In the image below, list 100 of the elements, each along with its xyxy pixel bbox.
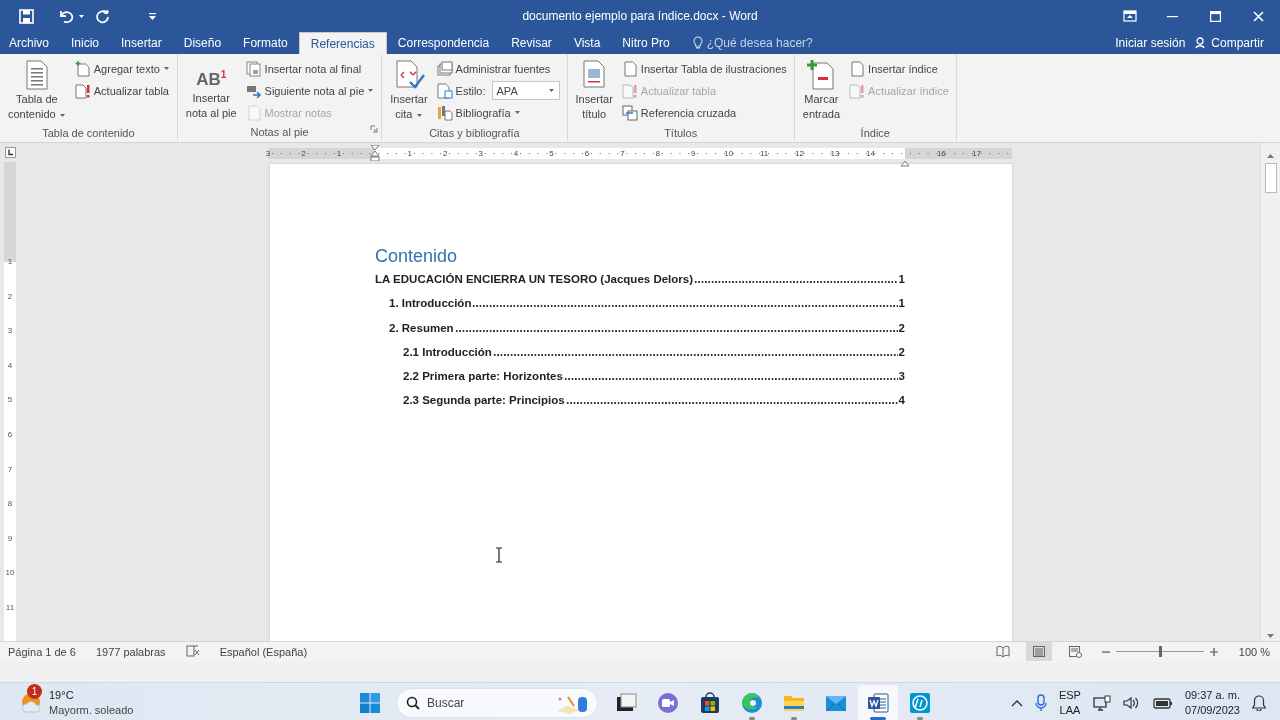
- ribbon-button[interactable]: Insertar nota al final: [243, 59, 377, 78]
- ruler-number: 3: [477, 148, 484, 159]
- ribbon-tab[interactable]: Vista: [562, 32, 612, 54]
- group-label: Títulos: [664, 126, 698, 139]
- ruler-number: 7: [619, 148, 626, 159]
- proofing-icon[interactable]: [185, 644, 200, 657]
- ribbon-tab[interactable]: Revisar: [500, 32, 563, 54]
- ribbon-button[interactable]: Siguiente nota al pie: [243, 81, 377, 100]
- chevron-up-icon[interactable]: [1010, 698, 1023, 707]
- ruler-number: 12: [794, 148, 806, 159]
- ribbon-tab[interactable]: Nitro Pro: [611, 32, 681, 54]
- page-icon: [849, 60, 866, 77]
- ruler-number: 17: [971, 148, 983, 159]
- group-label: Notas al pie: [250, 126, 309, 138]
- ruler-number: 4: [512, 148, 520, 159]
- input-language-button[interactable]: ESP LAA: [1058, 687, 1081, 718]
- ribbon-tab[interactable]: Inicio: [60, 32, 111, 54]
- style-icon: [436, 82, 453, 99]
- ruler-number: 11: [4, 603, 16, 612]
- page-count: Página 1 de 6: [8, 645, 76, 658]
- ruler-number: 6: [6, 430, 14, 439]
- notification-bell-icon[interactable]: [1252, 694, 1266, 711]
- ribbon-button[interactable]: Actualizar tabla: [72, 81, 172, 100]
- toc-entry-title: 2.1 Introducción: [403, 344, 492, 360]
- sources-icon: [436, 60, 453, 77]
- volume-icon[interactable]: [1122, 695, 1141, 710]
- ruler-number: 5: [6, 395, 14, 405]
- search-field[interactable]: Buscar: [396, 687, 598, 718]
- undo-icon[interactable]: [58, 9, 74, 23]
- page-icon: [245, 104, 262, 121]
- ruler-number: 3: [6, 326, 14, 336]
- tab-selector-icon[interactable]: [4, 147, 16, 158]
- ruler-number: 1: [335, 148, 343, 159]
- ruler-number: 6: [583, 148, 591, 159]
- ribbon-button[interactable]: Insertar Tabla de ilustraciones: [619, 59, 789, 78]
- page-exclamation-icon: [849, 82, 866, 99]
- ribbon-tab[interactable]: Referencias: [298, 32, 387, 54]
- indent-marker-icon[interactable]: [370, 145, 380, 161]
- page-icon: [621, 60, 638, 77]
- caret-icon: [547, 88, 555, 93]
- web-view-icon: [1068, 645, 1082, 658]
- ruler-number: 2: [300, 148, 307, 159]
- customize-icon[interactable]: [148, 11, 157, 21]
- text-cursor-icon: [495, 547, 503, 563]
- ribbon-display-icon[interactable]: [1123, 10, 1137, 22]
- ribbon-button[interactable]: Insertar índice: [847, 59, 951, 78]
- style-dropdown[interactable]: APA: [491, 81, 560, 100]
- ribbon-tab[interactable]: Formato: [232, 32, 299, 54]
- ribbon-tab[interactable]: Correspondencia: [386, 32, 501, 54]
- windows-logo-icon: [359, 691, 381, 714]
- ribbon-button[interactable]: Administrar fuentes: [434, 59, 562, 78]
- ribbon-button[interactable]: Referencia cruzada: [619, 103, 789, 122]
- view-button[interactable]: [1026, 642, 1052, 661]
- ribbon-tab[interactable]: Insertar: [110, 32, 173, 54]
- style-label: Estilo:: [455, 84, 486, 97]
- toc-entry-title: 2.3 Segunda parte: Principios: [403, 393, 565, 409]
- ruler-number: 2: [442, 148, 449, 159]
- footnote-glyph: AB$^{1}$: [196, 68, 227, 91]
- toc-entry-title: LA EDUCACIÓN ENCIERRA UN TESORO (Jacques Delors): [375, 272, 693, 287]
- redo-icon[interactable]: [95, 8, 110, 24]
- microphone-icon[interactable]: [1034, 693, 1047, 712]
- plus-icon: [1210, 647, 1218, 656]
- save-icon[interactable]: [19, 8, 34, 24]
- ribbon-button[interactable]: Bibliografía: [434, 103, 562, 122]
- bibliography-icon: [436, 104, 453, 121]
- ribbon-button[interactable]: Marcar entrada: [799, 57, 844, 124]
- notification-badge: 1: [27, 683, 42, 699]
- zoom-in-button[interactable]: [1210, 645, 1218, 658]
- ruler-number: 16: [935, 148, 947, 159]
- taskbar-app[interactable]: [858, 684, 898, 720]
- stacked-pages-icon: [245, 60, 262, 77]
- ribbon-button[interactable]: AB$^{1}$ Insertar nota al pie: [182, 57, 240, 123]
- ribbon-button[interactable]: Tabla de contenido: [5, 57, 69, 124]
- clock-button[interactable]: 09:37 a. m. 07/09/2023: [1184, 687, 1240, 718]
- caret-down-icon: [1266, 633, 1275, 639]
- caret-icon: [58, 113, 66, 118]
- ribbon-button[interactable]: Insertar título: [572, 57, 616, 124]
- toc-page-number: 2: [898, 320, 905, 336]
- ribbon-button[interactable]: Agregar texto: [72, 59, 172, 78]
- sign-in-link[interactable]: Iniciar sesión: [1115, 36, 1186, 50]
- scrollbar-thumb[interactable]: [1264, 163, 1277, 193]
- ruler-number: 14: [865, 148, 876, 159]
- ribbon-tab[interactable]: Diseño: [172, 32, 233, 54]
- caret-icon: [415, 113, 423, 118]
- caret-icon: [513, 110, 521, 115]
- toc-page-number: 3: [898, 369, 905, 385]
- slider-thumb[interactable]: [1159, 646, 1162, 657]
- language-indicator[interactable]: Español (España): [219, 645, 308, 658]
- share-button[interactable]: Compartir: [1195, 36, 1264, 50]
- ruler-number: 9: [690, 148, 697, 159]
- ribbon-button[interactable]: Insertar cita: [387, 57, 431, 124]
- network-icon[interactable]: [1092, 694, 1111, 711]
- lightbulb-icon: [692, 36, 703, 50]
- word-count: 1977 palabras: [95, 645, 166, 658]
- browser-swirl-icon: [740, 690, 764, 715]
- ribbon-tab[interactable]: Archivo: [0, 32, 60, 54]
- battery-icon[interactable]: [1152, 696, 1173, 709]
- dialog-launcher-icon[interactable]: [370, 125, 379, 133]
- ruler-number: 2: [6, 291, 14, 301]
- tell-me-field[interactable]: ¿Qué desea hacer?: [706, 36, 827, 50]
